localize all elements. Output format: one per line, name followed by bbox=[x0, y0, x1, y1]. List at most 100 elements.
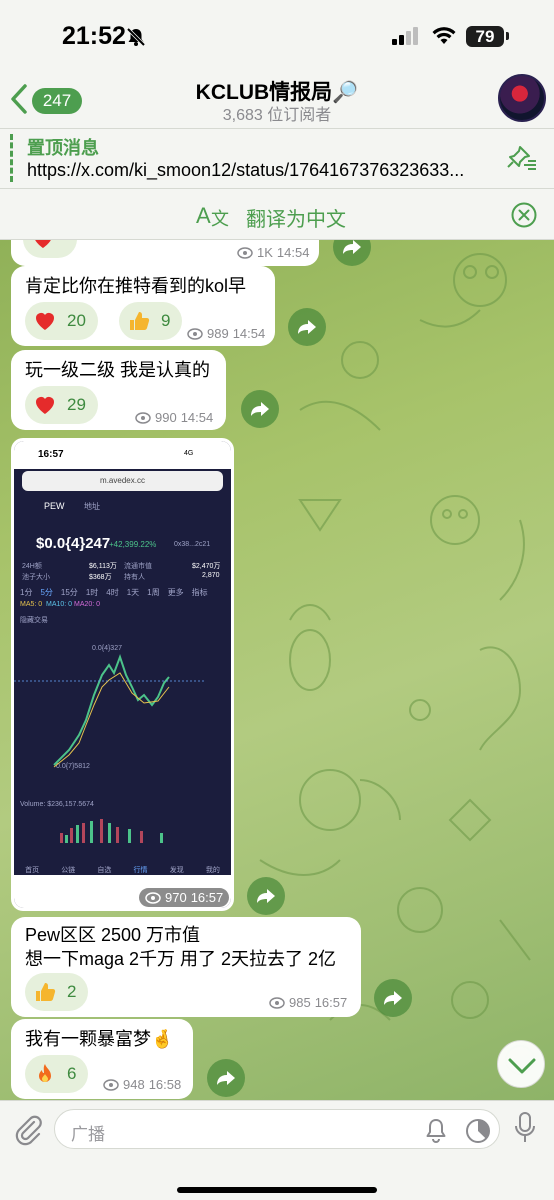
input-placeholder: 广播 bbox=[71, 1125, 105, 1144]
pinned-message-bar[interactable]: 置顶消息 https://x.com/ki_smoon12/status/176… bbox=[0, 128, 554, 188]
wifi-icon bbox=[432, 27, 456, 44]
forward-icon bbox=[343, 240, 361, 254]
channel-avatar[interactable] bbox=[498, 74, 546, 122]
interval-tabs: 1分 5分 15分 1时 4时 1天 1周 更多 指标 bbox=[20, 587, 225, 598]
reaction-count: 9 bbox=[161, 311, 171, 330]
chevron-down-icon bbox=[508, 1058, 536, 1074]
translate-button[interactable]: 翻译为中文 bbox=[246, 203, 346, 232]
mcap-label: 流通市值 bbox=[124, 563, 152, 570]
interval-tab: 15分 bbox=[60, 588, 78, 597]
message-meta: 990 14:54 bbox=[135, 410, 213, 425]
interval-tab: 4时 bbox=[106, 588, 119, 597]
close-icon[interactable] bbox=[511, 202, 537, 228]
nav-item: 行情 bbox=[133, 867, 148, 874]
interval-tab: 指标 bbox=[191, 588, 208, 597]
screenshot-time: 16:57 bbox=[38, 449, 64, 460]
message-time: 14:54 bbox=[180, 410, 214, 425]
cellular-signal-icon bbox=[392, 27, 418, 45]
reaction-chip[interactable]: 20 bbox=[25, 302, 98, 340]
heart-icon bbox=[35, 240, 51, 248]
broadcast-input[interactable]: 广播 bbox=[54, 1109, 500, 1149]
volume-bars bbox=[60, 819, 163, 843]
interval-tab: 5分 bbox=[40, 588, 53, 597]
nav-item: 自选 bbox=[97, 867, 112, 874]
forward-button[interactable] bbox=[241, 390, 279, 428]
heart-icon bbox=[36, 397, 54, 414]
pool-value: $368万 bbox=[89, 574, 112, 581]
eye-icon bbox=[135, 411, 151, 424]
eye-icon bbox=[237, 246, 253, 259]
status-time: 21:52 bbox=[62, 22, 126, 50]
message-text: Pew区区 2500 万市值 想一下maga 2千万 用了 2天拉去了 2亿 bbox=[25, 925, 337, 969]
fire-icon bbox=[39, 1064, 51, 1082]
reaction-count: 6 bbox=[67, 1064, 77, 1083]
svg-text:文: 文 bbox=[211, 209, 229, 229]
forward-icon bbox=[217, 1071, 235, 1085]
paperclip-icon[interactable] bbox=[14, 1112, 42, 1146]
eye-icon bbox=[187, 327, 203, 340]
pinned-text: https://x.com/ki_smoon12/status/17641673… bbox=[27, 160, 465, 180]
ma-label: MA10: 0 bbox=[46, 601, 73, 608]
nav-item: 我的 bbox=[205, 867, 220, 874]
eye-icon bbox=[145, 891, 161, 904]
forward-button[interactable] bbox=[374, 979, 412, 1017]
status-bar: 21:52 79 bbox=[0, 0, 554, 70]
message-meta: 989 14:54 bbox=[187, 326, 265, 341]
message-text: 玩一级二级 我是认真的 bbox=[25, 360, 210, 380]
message-bubble[interactable]: Pew区区 2500 万市值 想一下maga 2千万 用了 2天拉去了 2亿 2… bbox=[11, 917, 361, 1017]
translate-icon: A 文 bbox=[196, 203, 229, 229]
view-count: 970 bbox=[165, 890, 187, 905]
nav-item: 公链 bbox=[61, 867, 76, 874]
message-meta: 985 16:57 bbox=[269, 995, 347, 1010]
forward-icon bbox=[384, 991, 402, 1005]
reaction-chip[interactable]: 29 bbox=[25, 386, 98, 424]
forward-button[interactable] bbox=[207, 1059, 245, 1097]
message-meta: 970 16:57 bbox=[139, 888, 230, 907]
chat-area[interactable]: 1K 14:54 肯定比你在推特看到的kol早 20 9 989 14:54 玩… bbox=[0, 240, 554, 1100]
message-text: 我有一颗暴富梦🤞 bbox=[25, 1029, 174, 1049]
message-time: 16:57 bbox=[190, 890, 224, 905]
message-bubble[interactable]: 玩一级二级 我是认真的 29 990 14:54 bbox=[11, 350, 226, 430]
forward-button[interactable] bbox=[247, 877, 285, 915]
ma-label: MA20: 0 bbox=[74, 601, 101, 608]
microphone-icon[interactable] bbox=[513, 1111, 537, 1145]
reaction-chip[interactable]: 6 bbox=[25, 1055, 89, 1093]
reaction-count: 29 bbox=[67, 395, 86, 414]
reaction-chip[interactable]: 2 bbox=[25, 973, 89, 1011]
message-input-bar: 广播 bbox=[0, 1100, 554, 1200]
message-meta: 1K 14:54 bbox=[237, 245, 309, 260]
reaction-chip[interactable] bbox=[23, 240, 77, 258]
interval-tab: 1分 bbox=[20, 588, 33, 597]
contract-address: 0x38...2c21 bbox=[174, 541, 211, 548]
message-bubble[interactable]: 1K 14:54 bbox=[11, 240, 319, 266]
image-message[interactable]: 16:57 4G m.avedex.cc PEW 地址 $0.0{4}247 +… bbox=[11, 438, 234, 911]
forward-icon bbox=[257, 889, 275, 903]
eye-icon bbox=[269, 996, 285, 1009]
timer-icon[interactable] bbox=[465, 1118, 491, 1144]
token-name: PEW bbox=[44, 501, 65, 511]
scroll-to-bottom-button[interactable] bbox=[497, 1040, 545, 1088]
holders-label: 持有人 bbox=[124, 574, 145, 581]
pin-list-icon[interactable] bbox=[506, 143, 538, 173]
screenshot-app: PEW 地址 $0.0{4}247 +42,399.22% 0x38...2c2… bbox=[14, 495, 231, 875]
bell-icon[interactable] bbox=[425, 1117, 447, 1143]
candlestick-chart bbox=[14, 654, 204, 768]
message-bubble[interactable]: 肯定比你在推特看到的kol早 20 9 989 14:54 bbox=[11, 266, 275, 346]
message-bubble[interactable]: 我有一颗暴富梦🤞 6 948 16:58 bbox=[11, 1019, 193, 1099]
bell-muted-icon bbox=[126, 27, 146, 47]
mcap-value: $2,470万 bbox=[192, 563, 221, 570]
forward-button[interactable] bbox=[288, 308, 326, 346]
forward-icon bbox=[251, 402, 269, 416]
nav-item: 首页 bbox=[25, 867, 40, 874]
embedded-screenshot[interactable]: 16:57 4G m.avedex.cc PEW 地址 $0.0{4}247 +… bbox=[14, 441, 231, 908]
view-count: 948 bbox=[123, 1077, 145, 1092]
screenshot-network: 4G bbox=[184, 450, 194, 457]
reaction-chip[interactable]: 9 bbox=[119, 302, 183, 340]
ma-label: MA5: 0 bbox=[20, 601, 43, 608]
message-time: 14:54 bbox=[276, 245, 310, 260]
price-change: +42,399.22% bbox=[109, 540, 157, 549]
heart-icon bbox=[36, 313, 54, 330]
nav-item: 发现 bbox=[169, 867, 184, 874]
hide-trades-label: 隐藏交易 bbox=[20, 617, 48, 624]
svg-text:A: A bbox=[196, 203, 211, 228]
